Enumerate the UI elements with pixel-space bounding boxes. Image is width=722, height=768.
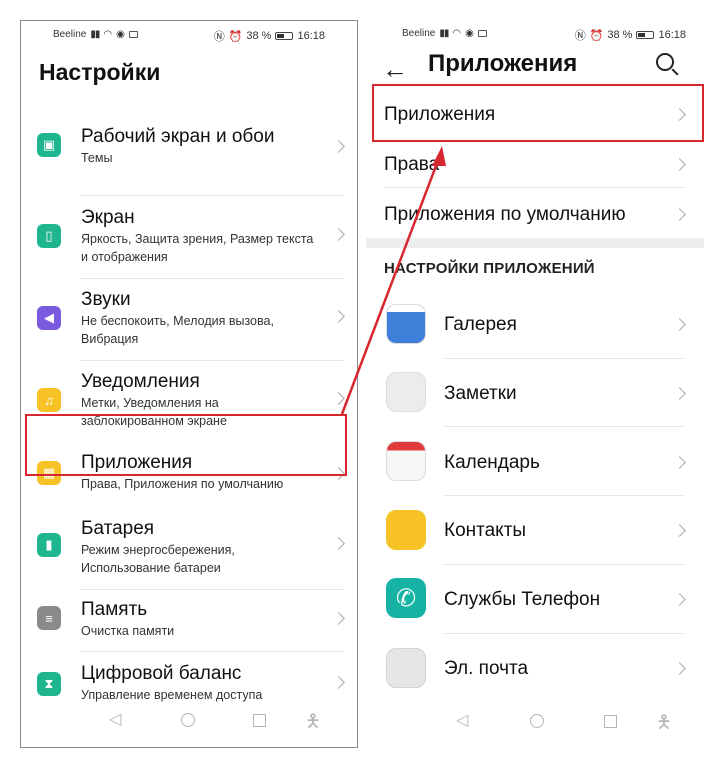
pointer-arrow [340,146,446,415]
arrow-line [340,157,441,415]
arrow-head [432,146,446,166]
